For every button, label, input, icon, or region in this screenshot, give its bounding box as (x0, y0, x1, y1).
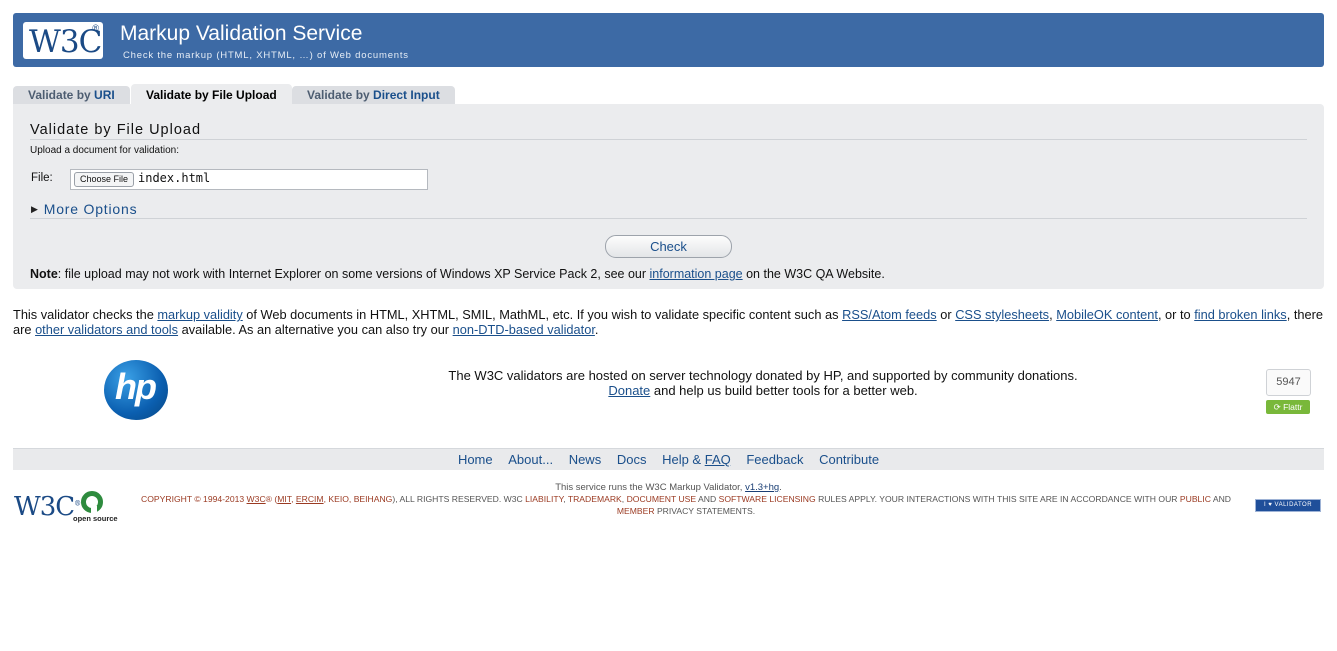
panel-description: Upload a document for validation: (30, 145, 179, 156)
nav-help: Help & (662, 452, 705, 467)
validator-version-line: This service runs the W3C Markup Validat… (0, 482, 1337, 493)
info-text: of Web documents in HTML, XHTML, SMIL, M… (242, 307, 843, 322)
flattr-button[interactable]: ⟳ Flattr (1266, 400, 1310, 414)
member-privacy-link[interactable]: Member (617, 506, 655, 516)
info-text: . (594, 322, 599, 337)
version-end: . (779, 482, 782, 493)
info-text: available. As an alternative you can als… (178, 322, 453, 337)
copyright-text: ), All Rights Reserved. W3C (392, 494, 526, 504)
document-use-link[interactable]: document use (627, 494, 697, 504)
selected-file-name: index.html (138, 171, 211, 185)
sponsor-line: and help us build better tools for a bet… (650, 383, 918, 398)
flattr-count: 5947 (1266, 369, 1311, 396)
header-banner: W3C ® Markup Validation Service Check th… (13, 13, 1324, 67)
software-licensing-link[interactable]: software licensing (719, 494, 816, 504)
liability-link[interactable]: liability (525, 494, 563, 504)
tab-validate-by-direct-input[interactable]: Validate by Direct Input (292, 86, 455, 104)
registered-mark-icon: ® (74, 499, 81, 508)
css-stylesheets-link[interactable]: CSS stylesheets (955, 307, 1049, 322)
panel-title: Validate by File Upload (30, 122, 202, 138)
information-page-link[interactable]: information page (650, 267, 743, 281)
flattr-icon: ⟳ (1273, 402, 1281, 412)
expand-triangle-icon: ▶ (31, 204, 39, 214)
tab-prefix: Validate by (28, 88, 95, 102)
w3c-logo-text: W3C (29, 24, 102, 60)
tab-validate-by-file-upload[interactable]: Validate by File Upload (131, 84, 292, 104)
other-validators-link[interactable]: other validators and tools (35, 322, 178, 337)
non-dtd-validator-link[interactable]: non-DTD-based validator (453, 322, 595, 337)
tab-validate-by-uri[interactable]: Validate by URI (13, 86, 130, 104)
copyright-text: privacy statements. (654, 505, 756, 516)
w3c-link[interactable]: W3C (247, 494, 266, 504)
tab-link-direct-input[interactable]: Direct Input (373, 88, 440, 102)
w3c-footer-logo[interactable]: W3C® (14, 492, 81, 522)
nav-help-faq[interactable]: Help & FAQ (662, 452, 731, 467)
copyright-text: ® ( (265, 494, 278, 504)
keio-link[interactable]: Keio (328, 494, 349, 504)
registered-mark-icon: ® (92, 23, 99, 33)
nav-news[interactable]: News (569, 452, 602, 467)
w3c-footer-logo-text: W3C (14, 492, 75, 522)
nav-home[interactable]: Home (458, 452, 493, 467)
file-input[interactable]: Choose File index.html (70, 169, 428, 190)
file-label: File: (31, 172, 53, 184)
markup-validity-link[interactable]: markup validity (157, 307, 242, 322)
open-source-icon[interactable] (81, 491, 103, 514)
version-link[interactable]: v1.3+hg (745, 482, 779, 493)
note-body: : file upload may not work with Internet… (57, 267, 650, 281)
choose-file-button[interactable]: Choose File (74, 172, 135, 187)
service-title: Markup Validation Service (120, 22, 363, 45)
info-text: or (936, 307, 956, 322)
service-subtitle: Check the markup (HTML, XHTML, …) of Web… (123, 50, 409, 61)
nav-feedback[interactable]: Feedback (746, 452, 803, 467)
tab-link-uri[interactable]: URI (94, 88, 115, 102)
note-label: Note (30, 267, 58, 281)
nav-docs[interactable]: Docs (617, 452, 647, 467)
beihang-link[interactable]: Beihang (354, 494, 393, 504)
sponsor-line: The W3C validators are hosted on server … (448, 368, 1078, 383)
copyright-text: and (696, 494, 719, 504)
copyright-text: and (1210, 494, 1231, 504)
public-privacy-link[interactable]: public (1180, 494, 1211, 504)
hp-logo[interactable]: hp (104, 360, 168, 420)
donate-link[interactable]: Donate (608, 383, 650, 398)
nav-contribute[interactable]: Contribute (819, 452, 879, 467)
copyright-text: rules apply. Your interactions with this… (815, 494, 1180, 504)
nav-about[interactable]: About... (508, 452, 553, 467)
check-button[interactable]: Check (605, 235, 732, 258)
i-love-validator-badge[interactable]: I ♥ VALIDATOR (1255, 499, 1321, 512)
about-paragraph: This validator checks the markup validit… (13, 307, 1328, 337)
divider (30, 139, 1307, 140)
note-text: Note: file upload may not work with Inte… (30, 267, 885, 281)
footer-navigation: Home About... News Docs Help & FAQ Feedb… (13, 448, 1324, 470)
nav-faq[interactable]: FAQ (705, 452, 731, 467)
copyright-notice: Copyright © 1994-2013 W3C® (MIT, ERCIM, … (140, 494, 1232, 517)
upload-panel: Validate by File Upload Upload a documen… (13, 104, 1324, 289)
divider (30, 218, 1307, 219)
sponsor-text: The W3C validators are hosted on server … (348, 368, 1178, 398)
find-broken-links-link[interactable]: find broken links (1194, 307, 1286, 322)
mobileok-content-link[interactable]: MobileOK content (1056, 307, 1158, 322)
flattr-label: Flattr (1283, 402, 1303, 412)
open-source-label: open source (73, 514, 118, 523)
info-text: This validator checks the (13, 307, 158, 322)
note-suffix: on the W3C QA Website. (742, 267, 885, 281)
copyright-text: Copyright © 1994-2013 (141, 494, 247, 504)
more-options-toggle[interactable]: ▶ More Options (31, 201, 137, 217)
rss-atom-feeds-link[interactable]: RSS/Atom feeds (842, 307, 937, 322)
hp-logo-text: hp (115, 366, 157, 407)
w3c-logo[interactable]: W3C ® (23, 22, 103, 60)
trademark-link[interactable]: trademark (568, 494, 622, 504)
version-text: This service runs the W3C Markup Validat… (555, 482, 746, 493)
mit-link[interactable]: MIT (277, 494, 291, 504)
ercim-link[interactable]: ERCIM (296, 494, 324, 504)
tab-prefix: Validate by (307, 88, 374, 102)
tab-label: Validate by File Upload (146, 88, 277, 102)
more-options-label: More Options (43, 201, 138, 217)
info-text: , or to (1157, 307, 1195, 322)
